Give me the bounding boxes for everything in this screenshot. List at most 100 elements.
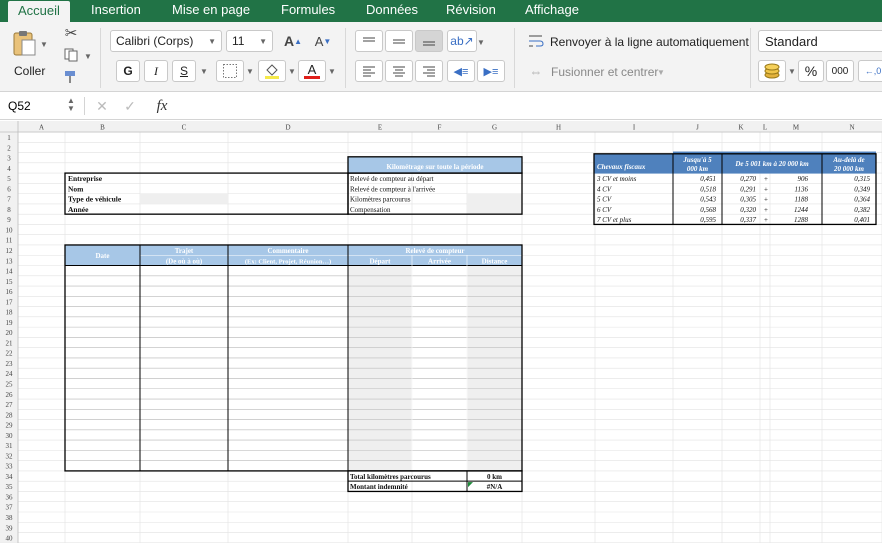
- font-size-select[interactable]: 11 ▼: [226, 30, 273, 52]
- row-header-25[interactable]: 25: [6, 380, 14, 388]
- row-header-17[interactable]: 17: [6, 298, 14, 306]
- column-header-H[interactable]: H: [556, 124, 561, 132]
- align-middle-button[interactable]: [385, 30, 413, 52]
- column-header-L[interactable]: L: [763, 124, 767, 132]
- row-header-23[interactable]: 23: [6, 360, 14, 368]
- row-header-33[interactable]: 33: [6, 463, 14, 471]
- bold-button[interactable]: G: [116, 60, 140, 82]
- spreadsheet-grid[interactable]: A B C D E F G H I J K L M N12345678910111213141516171…: [0, 121, 882, 543]
- row-header-9[interactable]: 9: [7, 216, 11, 224]
- tab-revision[interactable]: Révision: [446, 0, 496, 22]
- row-header-6[interactable]: 6: [7, 185, 11, 193]
- row-header-1[interactable]: 1: [7, 134, 11, 142]
- row-header-2[interactable]: 2: [7, 144, 11, 152]
- column-header-D[interactable]: D: [285, 124, 290, 132]
- borders-button[interactable]: [216, 60, 244, 82]
- insert-function-icon[interactable]: fx: [152, 97, 172, 115]
- row-header-37[interactable]: 37: [6, 504, 14, 512]
- row-header-7[interactable]: 7: [7, 196, 11, 204]
- orientation-dropdown[interactable]: ▼: [477, 38, 485, 47]
- column-header-A[interactable]: A: [39, 124, 44, 132]
- row-header-13[interactable]: 13: [6, 257, 14, 265]
- row-header-36[interactable]: 36: [6, 493, 14, 501]
- row-header-19[interactable]: 19: [6, 319, 14, 327]
- column-header-E[interactable]: E: [378, 124, 382, 132]
- column-header-G[interactable]: G: [492, 124, 497, 132]
- font-color-button[interactable]: A: [298, 60, 326, 82]
- cancel-icon[interactable]: ✕: [94, 97, 110, 115]
- thousands-button[interactable]: 000: [826, 60, 854, 82]
- decrease-indent-button[interactable]: ◀≡: [447, 60, 475, 82]
- tab-accueil[interactable]: Accueil: [8, 1, 70, 22]
- column-header-F[interactable]: F: [438, 124, 442, 132]
- column-header-J[interactable]: J: [696, 124, 699, 132]
- font-color-dropdown[interactable]: ▼: [328, 67, 336, 76]
- tab-donnees[interactable]: Données: [366, 0, 418, 22]
- tab-mise-en-page[interactable]: Mise en page: [172, 0, 250, 22]
- row-header-28[interactable]: 28: [6, 411, 14, 419]
- align-center-button[interactable]: [385, 60, 413, 82]
- row-header-27[interactable]: 27: [6, 401, 14, 409]
- row-header-4[interactable]: 4: [7, 165, 11, 173]
- row-header-11[interactable]: 11: [6, 237, 13, 245]
- merge-dropdown[interactable]: ▼: [657, 68, 665, 77]
- copy-dropdown[interactable]: ▼: [84, 52, 92, 61]
- row-header-24[interactable]: 24: [6, 370, 14, 378]
- row-header-8[interactable]: 8: [7, 206, 11, 214]
- row-header-18[interactable]: 18: [6, 309, 14, 317]
- copy-icon[interactable]: [62, 46, 80, 64]
- percent-button[interactable]: %: [798, 60, 824, 82]
- row-header-16[interactable]: 16: [6, 288, 14, 296]
- merge-center-button[interactable]: Fusionner et centrer: [551, 65, 658, 79]
- row-header-31[interactable]: 31: [6, 442, 14, 450]
- row-header-5[interactable]: 5: [7, 175, 11, 183]
- paste-dropdown[interactable]: ▼: [40, 40, 48, 49]
- currency-button[interactable]: [758, 60, 786, 82]
- row-header-32[interactable]: 32: [6, 452, 14, 460]
- row-header-3[interactable]: 3: [7, 155, 11, 163]
- column-header-M[interactable]: M: [793, 124, 800, 132]
- format-painter-icon[interactable]: [62, 68, 80, 86]
- row-header-38[interactable]: 38: [6, 514, 14, 522]
- align-top-button[interactable]: [355, 30, 383, 52]
- row-header-35[interactable]: 35: [6, 483, 14, 491]
- column-header-C[interactable]: C: [182, 124, 187, 132]
- number-format-select[interactable]: Standard: [758, 30, 882, 52]
- row-header-12[interactable]: 12: [6, 247, 14, 255]
- borders-dropdown[interactable]: ▼: [246, 67, 254, 76]
- row-header-29[interactable]: 29: [6, 422, 14, 430]
- row-header-15[interactable]: 15: [6, 278, 14, 286]
- fill-color-button[interactable]: [258, 60, 286, 82]
- tab-affichage[interactable]: Affichage: [525, 0, 579, 22]
- row-header-34[interactable]: 34: [6, 473, 14, 481]
- row-header-10[interactable]: 10: [6, 226, 14, 234]
- increase-indent-button[interactable]: ▶≡: [477, 60, 505, 82]
- row-header-30[interactable]: 30: [6, 432, 14, 440]
- decrease-font-button[interactable]: A ▼: [310, 30, 336, 52]
- wrap-text-button[interactable]: Renvoyer à la ligne automatiquement: [550, 35, 749, 49]
- row-header-40[interactable]: 40: [6, 535, 14, 543]
- currency-dropdown[interactable]: ▼: [788, 67, 796, 76]
- column-header-B[interactable]: B: [100, 124, 105, 132]
- paste-button[interactable]: [10, 28, 38, 58]
- column-header-K[interactable]: K: [738, 124, 743, 132]
- column-header-N[interactable]: N: [849, 124, 854, 132]
- row-header-21[interactable]: 21: [6, 339, 14, 347]
- row-header-39[interactable]: 39: [6, 524, 14, 532]
- underline-button[interactable]: S: [172, 60, 196, 82]
- row-header-14[interactable]: 14: [6, 268, 14, 276]
- align-bottom-button[interactable]: [415, 30, 443, 52]
- tab-formules[interactable]: Formules: [281, 0, 335, 22]
- tab-insertion[interactable]: Insertion: [91, 0, 141, 22]
- orientation-button[interactable]: ab↗: [447, 30, 477, 52]
- confirm-icon[interactable]: ✓: [122, 97, 138, 115]
- increase-decimal-button[interactable]: ←,0: [858, 60, 882, 82]
- row-header-22[interactable]: 22: [6, 350, 14, 358]
- align-left-button[interactable]: [355, 60, 383, 82]
- row-header-26[interactable]: 26: [6, 391, 14, 399]
- scissors-icon[interactable]: ✂: [62, 24, 80, 42]
- formula-input[interactable]: [178, 97, 878, 115]
- fill-color-dropdown[interactable]: ▼: [288, 67, 296, 76]
- italic-button[interactable]: I: [144, 60, 168, 82]
- name-box-stepper[interactable]: ▲ ▼: [67, 97, 75, 113]
